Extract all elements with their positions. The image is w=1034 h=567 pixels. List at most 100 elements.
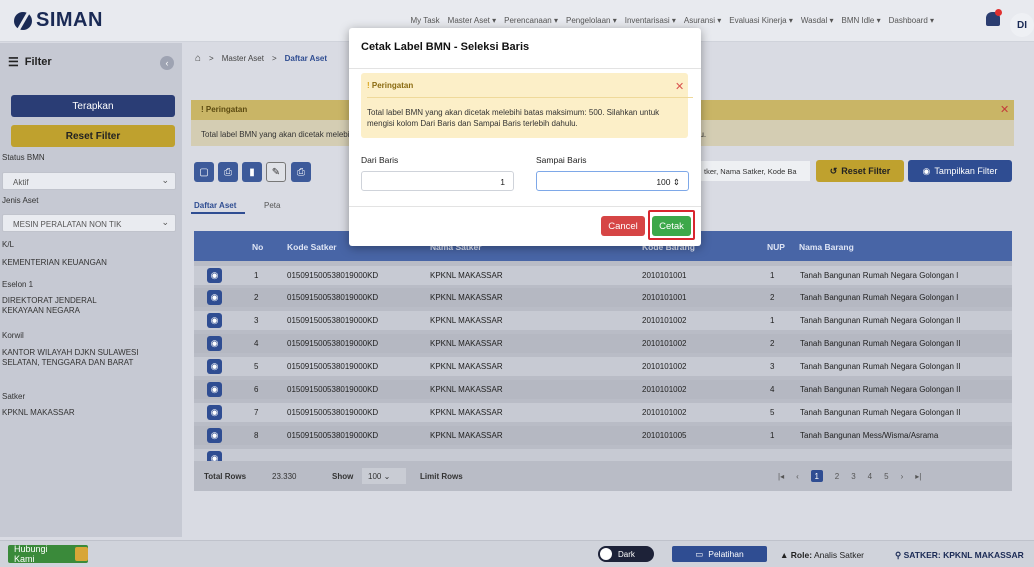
dark-mode-toggle[interactable]: Dark [598,546,654,562]
last-page-icon[interactable]: ▸| [915,472,921,481]
hubungi-kami-button[interactable]: Hubungi Kami [8,544,88,564]
table-row[interactable]: ◉ 3 015091500538019000KD KPKNL MAKASSAR … [194,311,1012,330]
collapse-sidebar-icon[interactable]: ‹ [160,56,174,70]
eye-icon[interactable]: ◉ [207,268,222,283]
table-row[interactable]: ◉ 4 015091500538019000KD KPKNL MAKASSAR … [194,334,1012,353]
user-icon: ▲ [780,550,791,560]
kl-value: KEMENTERIAN KEUANGAN [2,258,107,267]
page-5[interactable]: 5 [884,472,888,481]
cetak-label-modal: Cetak Label BMN - Seleksi Baris ! Pering… [349,28,701,246]
prev-page-icon[interactable]: ‹ [796,472,799,481]
table-row[interactable]: ◉ 1 015091500538019000KD KPKNL MAKASSAR … [194,266,1012,285]
table-row[interactable]: ◉ 5 015091500538019000KD KPKNL MAKASSAR … [194,357,1012,376]
satker-info: ⚲ SATKER: KPKNL MAKASSAR [895,550,1024,560]
cetak-button[interactable]: Cetak [652,216,691,236]
eselon-value: DIREKTORAT JENDERAL KEKAYAAN NEGARA [2,296,97,315]
reset-filter-main-button[interactable]: ↺ Reset Filter [816,160,904,182]
pelatihan-button[interactable]: ▭ Pelatihan [672,546,767,562]
search-input[interactable]: tker, Nama Satker, Kode Ba [700,161,810,181]
table-row[interactable]: ◉ 2 015091500538019000KD KPKNL MAKASSAR … [194,288,1012,307]
dari-baris-label: Dari Baris [361,155,399,165]
first-page-icon[interactable]: |◂ [778,472,784,481]
jenis-aset-select[interactable]: MESIN PERALATAN NON TIK [2,214,176,232]
sampai-baris-input[interactable]: 100 ⇕ [536,171,689,191]
page-1[interactable]: 1 [810,470,823,482]
eselon-label: Eselon 1 [2,280,34,289]
nav-dashboard[interactable]: Dashboard ▾ [889,16,934,25]
trash-icon[interactable]: ▮ [242,162,262,182]
table-row[interactable]: ◉ 7 015091500538019000KD KPKNL MAKASSAR … [194,403,1012,422]
table-row-partial: ◉ [194,449,1012,461]
col-nama-barang[interactable]: Nama Barang [799,242,854,252]
modal-warning-text: Total label BMN yang akan dicetak melebi… [367,108,660,128]
eye-icon[interactable]: ◉ [207,359,222,374]
col-nup[interactable]: NUP [767,242,785,252]
eye-icon[interactable]: ◉ [207,428,222,443]
nav-bmn-idle[interactable]: BMN Idle ▾ [841,16,880,25]
notification-dot [995,9,1002,16]
table-row[interactable]: ◉ 8 015091500538019000KD KPKNL MAKASSAR … [194,426,1012,445]
app-logo[interactable]: SIMAN [14,9,103,32]
close-icon[interactable]: ✕ [675,80,684,93]
nav-pengelolaan[interactable]: Pengelolaan ▾ [566,16,617,25]
breadcrumb: ⌂ > Master Aset > Daftar Aset [195,53,327,64]
tab-peta[interactable]: Peta [264,201,280,210]
tampilkan-filter-button[interactable]: ◉ Tampilkan Filter [908,160,1012,182]
col-no[interactable]: No [252,242,263,252]
table-row[interactable]: ◉ 6 015091500538019000KD KPKNL MAKASSAR … [194,380,1012,399]
filter-sidebar [0,43,182,537]
pdf-icon[interactable]: ▢ [194,162,214,182]
reset-icon: ↺ [829,165,838,176]
location-icon: ⚲ [895,550,904,560]
nav-wasdal[interactable]: Wasdal ▾ [801,16,834,25]
limit-rows-link[interactable]: Limit Rows [420,472,463,481]
terapkan-button[interactable]: Terapkan [11,95,175,117]
nav-my-task[interactable]: My Task [410,16,439,25]
reset-filter-button[interactable]: Reset Filter [11,125,175,147]
close-icon[interactable]: ✕ [1000,103,1009,116]
dari-baris-input[interactable]: 1 [361,171,514,191]
edit-icon[interactable]: ✎ [266,162,286,182]
bottom-bar [0,540,1034,567]
eye-icon[interactable]: ◉ [207,313,222,328]
breadcrumb-daftar-aset: Daftar Aset [284,54,328,63]
page-3[interactable]: 3 [851,472,855,481]
page-2[interactable]: 2 [835,472,839,481]
eye-icon[interactable]: ◉ [207,382,222,397]
spinner-icon[interactable]: ⇕ [673,177,680,187]
eye-icon: ◉ [922,165,931,176]
next-page-icon[interactable]: › [901,472,904,481]
print-icon[interactable]: ⎙ [218,162,238,182]
sampai-baris-label: Sampai Baris [536,155,587,165]
status-bmn-label: Status BMN [2,153,45,162]
role-info: ▲ Role: Analis Satker [780,550,865,560]
eye-icon[interactable]: ◉ [207,405,222,420]
nav-inventarisasi[interactable]: Inventarisasi ▾ [625,16,676,25]
tab-daftar-aset[interactable]: Daftar Aset [194,201,236,210]
eye-icon[interactable]: ◉ [207,336,222,351]
page-4[interactable]: 4 [868,472,872,481]
nav-asuransi[interactable]: Asuransi ▾ [684,16,721,25]
status-bmn-select[interactable]: Aktif [2,172,176,190]
nav-master-aset[interactable]: Master Aset ▾ [448,16,496,25]
nav-evaluasi-kinerja[interactable]: Evaluasi Kinerja ▾ [729,16,793,25]
korwil-value: KANTOR WILAYAH DJKN SULAWESI SELATAN, TE… [2,348,139,367]
show-select[interactable]: 100 ⌄ [362,468,406,484]
chat-icon [74,547,88,561]
breadcrumb-sep: > [209,54,214,63]
eye-icon[interactable]: ◉ [207,451,222,461]
korwil-label: Korwil [2,331,24,340]
col-kode-satker[interactable]: Kode Satker [287,242,337,252]
pagination: |◂ ‹ 1 2 3 4 5 › ▸| [778,470,921,482]
nav-perencanaan[interactable]: Perencanaan ▾ [504,16,558,25]
avatar[interactable]: DI [1010,13,1034,37]
modal-warning: ! Peringatan ✕ Total label BMN yang akan… [361,73,693,138]
breadcrumb-sep: > [271,54,277,63]
satker-value: KPKNL MAKASSAR [2,408,75,417]
breadcrumb-master-aset[interactable]: Master Aset [222,54,264,63]
cancel-button[interactable]: Cancel [601,216,645,236]
eye-icon[interactable]: ◉ [207,290,222,305]
logo-icon [14,11,32,30]
home-icon[interactable]: ⌂ [195,53,201,64]
print-label-icon[interactable]: ⎙ [291,162,311,182]
